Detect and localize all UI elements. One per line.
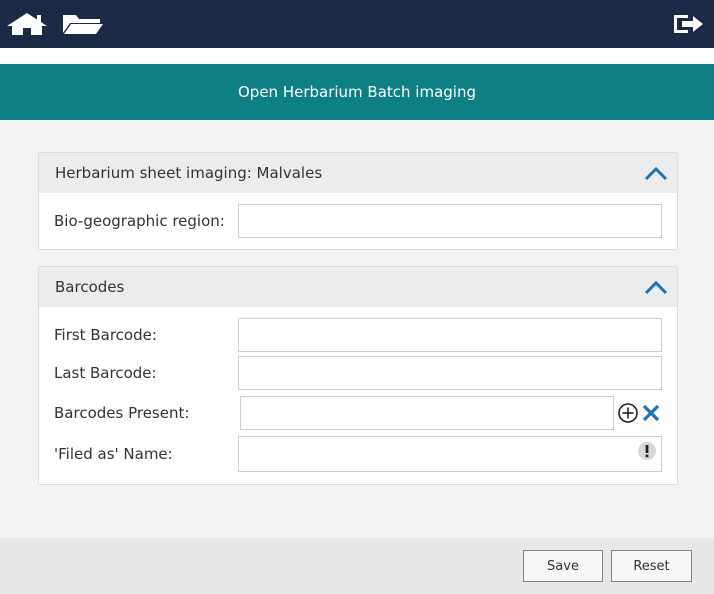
- last-barcode-label: Last Barcode:: [54, 364, 157, 382]
- filed-as-name-input[interactable]: [238, 436, 662, 472]
- warning-icon: [638, 442, 656, 460]
- save-button[interactable]: Save: [523, 550, 603, 582]
- barcodes-present-label: Barcodes Present:: [54, 404, 190, 422]
- folder-open-icon[interactable]: [62, 12, 104, 36]
- page-title: Open Herbarium Batch imaging: [237, 83, 476, 101]
- barcodes-panel: Barcodes First Barcode: Last Barcode: Ba…: [38, 266, 678, 485]
- logout-icon[interactable]: [672, 12, 704, 36]
- filed-as-name-label: 'Filed as' Name:: [54, 445, 173, 463]
- sheet-imaging-panel-header[interactable]: Herbarium sheet imaging: Malvales: [39, 153, 677, 193]
- region-label: Bio-geographic region:: [54, 212, 225, 230]
- chevron-up-icon[interactable]: [643, 277, 669, 297]
- barcodes-panel-header[interactable]: Barcodes: [39, 267, 677, 307]
- reset-button[interactable]: Reset: [611, 550, 692, 582]
- clear-barcodes-icon[interactable]: [641, 403, 661, 423]
- last-barcode-row: Last Barcode:: [39, 356, 677, 390]
- sheet-imaging-panel-title: Herbarium sheet imaging: Malvales: [55, 164, 323, 182]
- header-spacer: [0, 48, 714, 64]
- region-row: Bio-geographic region:: [39, 204, 677, 238]
- page-title-bar: Open Herbarium Batch imaging: [0, 64, 714, 120]
- first-barcode-row: First Barcode:: [39, 318, 677, 352]
- barcodes-present-input[interactable]: [240, 396, 614, 430]
- sheet-imaging-panel: Herbarium sheet imaging: Malvales Bio-ge…: [38, 152, 678, 250]
- barcodes-panel-title: Barcodes: [55, 278, 125, 296]
- footer-bar: Save Reset: [0, 538, 714, 594]
- home-icon[interactable]: [6, 12, 48, 36]
- region-input[interactable]: [238, 204, 662, 238]
- first-barcode-input[interactable]: [238, 318, 662, 352]
- barcodes-present-row: Barcodes Present:: [39, 396, 677, 430]
- filed-as-name-row: 'Filed as' Name:: [39, 436, 677, 472]
- last-barcode-input[interactable]: [238, 356, 662, 390]
- first-barcode-label: First Barcode:: [54, 326, 157, 344]
- top-nav-bar: [0, 0, 714, 48]
- chevron-up-icon[interactable]: [643, 163, 669, 183]
- add-barcode-icon[interactable]: [617, 402, 639, 424]
